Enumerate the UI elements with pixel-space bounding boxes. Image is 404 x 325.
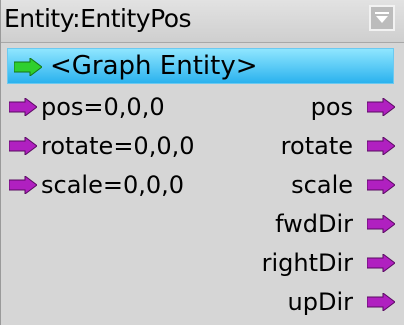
- output-label: rotate: [280, 132, 353, 160]
- port-row-scale: scale=0,0,0 scale: [1, 170, 404, 202]
- output-pin-icon[interactable]: [367, 215, 395, 233]
- input-pin-icon[interactable]: [9, 137, 37, 155]
- port-row-pos: pos=0,0,0 pos: [1, 92, 404, 124]
- graph-entity-label: <Graph Entity>: [50, 51, 258, 81]
- entity-node[interactable]: Entity:EntityPos <Graph Entity> pos=0,0,…: [0, 0, 404, 325]
- output-label: rightDir: [261, 249, 353, 277]
- input-pin-icon[interactable]: [9, 98, 37, 116]
- input-label: scale=0,0,0: [41, 171, 185, 199]
- output-pin-icon[interactable]: [367, 293, 395, 311]
- port-row-rightdir: rightDir: [1, 248, 404, 280]
- output-label: upDir: [287, 288, 353, 316]
- output-pin-icon[interactable]: [367, 254, 395, 272]
- port-row-updir: upDir: [1, 287, 404, 319]
- input-label: pos=0,0,0: [41, 93, 165, 121]
- collapse-button[interactable]: [369, 5, 395, 31]
- output-pin-icon[interactable]: [367, 98, 395, 116]
- output-label: pos: [310, 93, 353, 121]
- output-label: fwdDir: [275, 210, 353, 238]
- triangle-down-icon: [375, 12, 389, 23]
- node-title: Entity:EntityPos: [4, 4, 192, 33]
- port-row-fwddir: fwdDir: [1, 209, 404, 241]
- port-row-rotate: rotate=0,0,0 rotate: [1, 131, 404, 163]
- entity-input-pin-icon[interactable]: [14, 58, 42, 76]
- node-titlebar[interactable]: Entity:EntityPos: [1, 0, 404, 43]
- output-pin-icon[interactable]: [367, 176, 395, 194]
- input-pin-icon[interactable]: [9, 176, 37, 194]
- output-label: scale: [291, 171, 353, 199]
- output-pin-icon[interactable]: [367, 137, 395, 155]
- graph-entity-row[interactable]: <Graph Entity>: [7, 48, 394, 84]
- input-label: rotate=0,0,0: [41, 132, 195, 160]
